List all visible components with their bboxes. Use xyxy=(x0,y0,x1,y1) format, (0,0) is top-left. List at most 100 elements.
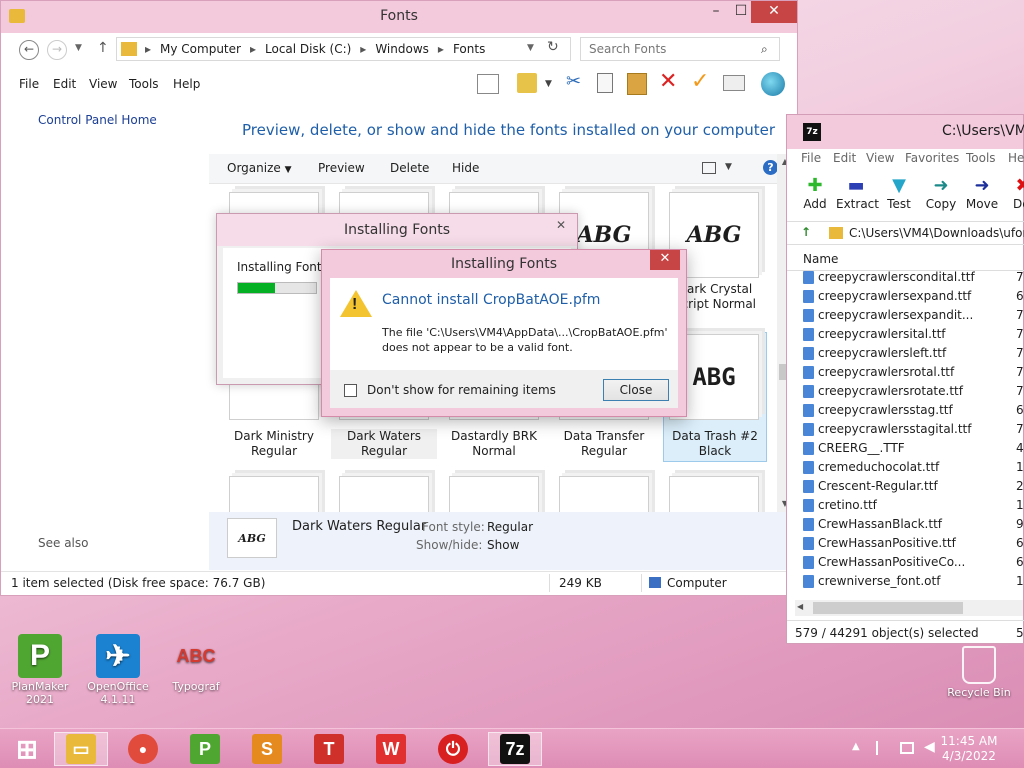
7zip-titlebar[interactable]: 7z C:\Users\VM4 xyxy=(787,115,1024,149)
table-row[interactable]: creepycrawlersstagital.ttf 7 xyxy=(787,420,1024,439)
close-dialog-button[interactable]: Close xyxy=(603,379,669,401)
preview-button[interactable]: Preview xyxy=(318,161,365,175)
7zip-column-name[interactable]: Name xyxy=(803,252,838,266)
table-row[interactable]: creepycrawlersexpandit... 7 xyxy=(787,306,1024,325)
toolbar-del-button[interactable]: ✖Del xyxy=(1003,175,1024,211)
taskbar-7zip-button[interactable]: 7z xyxy=(488,732,542,766)
menu-help[interactable]: Help xyxy=(173,77,200,91)
scroll-thumb[interactable] xyxy=(813,602,963,614)
7zip-menu-view[interactable]: View xyxy=(866,151,894,165)
menu-file[interactable]: File xyxy=(19,77,39,91)
font-tile[interactable] xyxy=(437,476,545,512)
address-bar[interactable]: ▸ My Computer ▸ Local Disk (C:) ▸ Window… xyxy=(116,37,571,61)
taskbar-presentations-button[interactable]: S xyxy=(240,732,294,766)
table-row[interactable]: cretino.ttf 1 xyxy=(787,496,1024,515)
show-hidden-icons[interactable]: ▲ xyxy=(852,741,860,752)
installing-dialog-titlebar[interactable]: Installing Fonts ✕ xyxy=(217,214,577,246)
toolbar-move-button[interactable]: ➜ Move xyxy=(962,175,1002,211)
table-row[interactable]: creepycrawlersstag.ttf 6 xyxy=(787,401,1024,420)
forward-icon[interactable]: → xyxy=(47,40,67,60)
close-button[interactable]: ✕ xyxy=(751,1,797,23)
7zip-menu-edit[interactable]: Edit xyxy=(833,151,856,165)
up-folder-icon[interactable]: ↑ xyxy=(801,225,811,239)
taskbar-chrome-button[interactable]: ● xyxy=(116,732,170,766)
dont-show-checkbox[interactable] xyxy=(344,384,357,397)
dropdown-icon[interactable]: ▼ xyxy=(545,79,552,89)
checkmark-icon[interactable]: ✓ xyxy=(691,69,709,94)
table-row[interactable]: creepycrawlersrotate.ttf 7 xyxy=(787,382,1024,401)
table-row[interactable]: creepycrawlersleft.ttf 7 xyxy=(787,344,1024,363)
folder-options-icon[interactable] xyxy=(517,73,537,93)
copy-icon[interactable] xyxy=(597,73,613,93)
view-icon[interactable] xyxy=(702,162,716,174)
table-row[interactable]: CrewHassanPositiveCo... 6 xyxy=(787,553,1024,572)
paste-icon[interactable] xyxy=(627,73,647,95)
recycle-bin[interactable]: Recycle Bin xyxy=(944,646,1014,699)
7zip-menu-favorites[interactable]: Favorites xyxy=(905,151,959,165)
error-dialog-close-button[interactable]: ✕ xyxy=(650,250,680,270)
table-row[interactable]: cremeduchocolat.ttf 1 xyxy=(787,458,1024,477)
desktop-icon[interactable]: P PlanMaker 2021 xyxy=(2,634,78,706)
7zip-path-bar[interactable]: ↑ C:\Users\VM4\Downloads\ufont. xyxy=(787,221,1024,245)
table-row[interactable]: creepycrawlersrotal.ttf 7 xyxy=(787,363,1024,382)
table-row[interactable]: CrewHassanPositive.ttf 6 xyxy=(787,534,1024,553)
breadcrumb-my-computer[interactable]: My Computer xyxy=(160,42,241,56)
recent-dropdown-icon[interactable]: ▼ xyxy=(75,43,82,53)
7zip-horizontal-scrollbar[interactable]: ◀ xyxy=(795,600,1023,616)
dont-show-label[interactable]: Don't show for remaining items xyxy=(367,383,556,397)
toolbar-test-button[interactable]: ▼ Test xyxy=(879,175,919,211)
table-row[interactable]: crewniverse_font.otf 1 xyxy=(787,572,1024,591)
table-row[interactable]: Crescent-Regular.ttf 2 xyxy=(787,477,1024,496)
hide-button[interactable]: Hide xyxy=(452,161,479,175)
table-row[interactable]: creepycrawlerscondital.ttf 7 xyxy=(787,268,1024,287)
maximize-button[interactable]: ☐ xyxy=(731,1,751,23)
control-panel-home-link[interactable]: Control Panel Home xyxy=(38,113,157,127)
taskbar-textmaker-button[interactable]: T xyxy=(302,732,356,766)
7zip-menu-tools[interactable]: Tools xyxy=(966,151,996,165)
globe-icon[interactable] xyxy=(761,72,785,96)
taskbar-wps-button[interactable]: W xyxy=(364,732,418,766)
cut-icon[interactable]: ✂ xyxy=(566,71,581,92)
help-icon[interactable]: ? xyxy=(763,160,778,175)
breadcrumb-local-disk[interactable]: Local Disk (C:) xyxy=(265,42,351,56)
desktop-icon[interactable]: ✈ OpenOffice 4.1.11 xyxy=(80,634,156,706)
network-icon[interactable] xyxy=(900,742,914,754)
back-icon[interactable]: ← xyxy=(19,40,39,60)
organize-button[interactable]: Organize ▼ xyxy=(227,161,292,175)
toolbar-copy-button[interactable]: ➜ Copy xyxy=(921,175,961,211)
up-icon[interactable]: ↑ xyxy=(97,40,109,56)
delete-button[interactable]: Delete xyxy=(390,161,429,175)
view-dropdown-icon[interactable]: ▼ xyxy=(725,162,732,172)
refresh-icon[interactable]: ↻ xyxy=(547,39,559,55)
font-tile[interactable] xyxy=(327,476,435,512)
scroll-left-icon[interactable]: ◀ xyxy=(797,602,803,611)
table-row[interactable]: CrewHassanBlack.ttf 9 xyxy=(787,515,1024,534)
properties-icon[interactable] xyxy=(723,75,745,91)
7zip-menu-file[interactable]: File xyxy=(801,151,821,165)
taskbar-file-explorer-button[interactable]: ▭ xyxy=(54,732,108,766)
font-tile[interactable] xyxy=(217,476,325,512)
breadcrumb-fonts[interactable]: Fonts xyxy=(453,42,485,56)
breadcrumb-windows[interactable]: Windows xyxy=(375,42,429,56)
menu-tools[interactable]: Tools xyxy=(129,77,159,91)
address-dropdown-icon[interactable]: ▼ xyxy=(527,43,534,53)
font-tile[interactable] xyxy=(547,476,655,512)
desktop-icon[interactable]: ABC Typograf xyxy=(158,634,234,694)
search-input[interactable]: Search Fonts xyxy=(580,37,780,61)
layout-icon[interactable] xyxy=(477,74,499,94)
font-tile[interactable] xyxy=(657,476,765,512)
delete-icon[interactable]: ✕ xyxy=(659,69,677,94)
menu-view[interactable]: View xyxy=(89,77,117,91)
taskbar-shutdown-button[interactable]: ⏻ xyxy=(426,732,480,766)
fonts-titlebar[interactable]: Fonts – ☐ ✕ xyxy=(1,1,797,33)
7zip-menu-help[interactable]: He xyxy=(1008,151,1024,165)
minimize-button[interactable]: – xyxy=(701,1,731,23)
toolbar-add-button[interactable]: ✚ Add xyxy=(795,175,835,211)
table-row[interactable]: CREERG__.TTF 4 xyxy=(787,439,1024,458)
taskbar-start-button[interactable]: ⊞ xyxy=(0,732,54,766)
installing-dialog-close-button[interactable]: ✕ xyxy=(547,218,575,238)
system-clock[interactable]: 11:45 AM 4/3/2022 xyxy=(924,734,1014,764)
taskbar-planmaker-button[interactable]: P xyxy=(178,732,232,766)
toolbar-extract-button[interactable]: ▬ Extract xyxy=(836,175,879,211)
menu-edit[interactable]: Edit xyxy=(53,77,76,91)
